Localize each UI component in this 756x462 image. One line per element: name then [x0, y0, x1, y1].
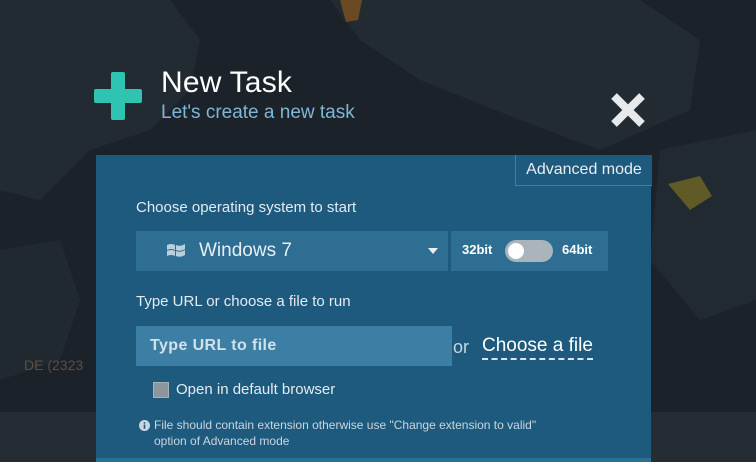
- choose-file-link[interactable]: Choose a file: [482, 335, 593, 360]
- or-label: or: [453, 337, 470, 357]
- background-country-label: DE (2323: [24, 357, 84, 373]
- close-icon[interactable]: [609, 91, 647, 129]
- windows-logo-icon: [167, 244, 185, 257]
- chevron-down-icon: [428, 248, 438, 254]
- bit-64-label: 64bit: [562, 242, 593, 257]
- os-dropdown[interactable]: Windows 7: [136, 231, 448, 271]
- extension-note-line2: option of Advanced mode: [154, 434, 290, 448]
- open-in-browser-checkbox[interactable]: [153, 382, 169, 398]
- os-selected-value: Windows 7: [199, 240, 292, 261]
- info-icon: [139, 420, 150, 431]
- advanced-mode-tab[interactable]: Advanced mode: [515, 155, 652, 186]
- page-subtitle: Let's create a new task: [161, 102, 355, 123]
- bit-32-label: 32bit: [462, 242, 493, 257]
- toggle-knob: [508, 243, 524, 259]
- new-task-panel: Advanced mode Choose operating system to…: [96, 155, 652, 462]
- bit-toggle[interactable]: [505, 240, 553, 262]
- url-input[interactable]: [136, 326, 452, 366]
- url-section-label: Type URL or choose a file to run: [136, 293, 351, 310]
- page-title: New Task: [161, 66, 293, 99]
- architecture-switch: 32bit 64bit: [451, 231, 608, 271]
- open-in-browser-label: Open in default browser: [176, 381, 336, 398]
- os-section-label: Choose operating system to start: [136, 199, 357, 216]
- plus-icon: [94, 72, 142, 120]
- panel-divider: [96, 458, 651, 462]
- extension-note-line1: File should contain extension otherwise …: [154, 418, 537, 432]
